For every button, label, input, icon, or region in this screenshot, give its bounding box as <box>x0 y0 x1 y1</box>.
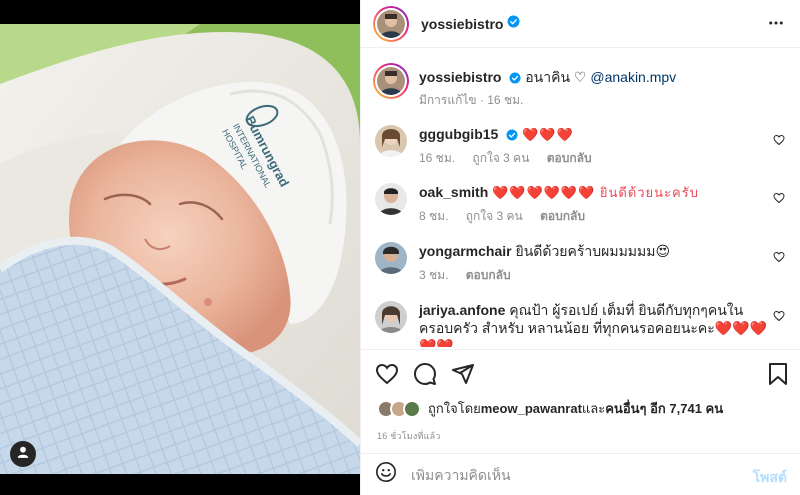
user-icon <box>16 445 30 464</box>
comment-item: gggubgib15 ❤️❤️❤️ 16 ชม. ถูกใจ 3 คน ตอบก… <box>375 125 795 165</box>
header-username[interactable]: yossiebistro <box>421 16 503 32</box>
comment-likes[interactable]: ถูกใจ 3 คน <box>466 209 523 223</box>
post-comment-button[interactable]: โพสต์ <box>753 467 787 489</box>
comment-text: ยินดีด้วยคร้าบผมมมมม😍 <box>515 243 671 259</box>
tagged-user-button[interactable] <box>10 441 36 467</box>
comment-username[interactable]: oak_smith <box>419 184 488 200</box>
comments-list[interactable]: yossiebistro อนาคิน ♡ @anakin.mpv มีการแ… <box>361 49 800 347</box>
comment-text: ❤️❤️❤️❤️❤️❤️ ยินดีด้วยนะครับ <box>492 185 699 200</box>
comment-username[interactable]: gggubgib15 <box>419 126 498 142</box>
media-panel: Bumrungrad INTERNATIONAL HOSPITAL <box>0 0 360 495</box>
add-comment-bar: โพสต์ <box>361 453 800 495</box>
post-time[interactable]: 16 ชั่วโมงที่แล้ว <box>377 429 441 443</box>
post-header: yossiebistro <box>361 0 800 48</box>
reply-button[interactable]: ตอบกลับ <box>547 151 592 165</box>
reply-button[interactable]: ตอบกลับ <box>466 268 511 282</box>
verified-badge-icon <box>509 70 521 88</box>
commenter-avatar[interactable] <box>375 301 407 333</box>
likes-user-link[interactable]: meow_pawanrat <box>481 401 582 416</box>
commenter-avatar[interactable] <box>375 242 407 274</box>
bookmark-icon[interactable] <box>767 362 789 391</box>
commenter-avatar[interactable] <box>375 183 407 215</box>
caption-mention[interactable]: @anakin.mpv <box>590 69 676 85</box>
verified-badge-icon <box>506 127 518 145</box>
comment-item: oak_smith ❤️❤️❤️❤️❤️❤️ ยินดีด้วยนะครับ 8… <box>375 183 795 223</box>
like-comment-heart-icon[interactable] <box>773 309 785 327</box>
caption: yossiebistro อนาคิน ♡ @anakin.mpv มีการแ… <box>373 63 795 107</box>
like-comment-heart-icon[interactable] <box>773 133 785 151</box>
post-actions-section: ถูกใจโดย meow_pawanrat และ คนอื่นๆ อีก 7… <box>361 349 800 453</box>
like-comment-heart-icon[interactable] <box>773 250 785 268</box>
caption-text: อนาคิน ♡ <box>525 69 587 85</box>
comment-input[interactable] <box>411 466 721 483</box>
comment-item: jariya.anfone คุณป้า ผู้รอเปย์ เต็มที่ ย… <box>375 301 795 347</box>
comment-time: 16 ชม. <box>419 151 456 165</box>
likes-prefix: ถูกใจโดย <box>428 401 481 416</box>
likes-others-link[interactable]: คนอื่นๆ อีก 7,741 คน <box>605 398 723 419</box>
author-avatar[interactable] <box>373 5 409 42</box>
likes-middle: และ <box>581 401 606 416</box>
more-options-icon[interactable] <box>767 14 785 37</box>
post-photo[interactable]: Bumrungrad INTERNATIONAL HOSPITAL <box>0 24 360 474</box>
comment-username[interactable]: yongarmchair <box>419 243 512 259</box>
post-details-panel: yossiebistro yossiebistro อนาคิน ♡ @anak… <box>360 0 800 495</box>
comment-icon[interactable] <box>413 362 437 391</box>
caption-edited: มีการแก้ไข · 16 ชม. <box>419 93 524 107</box>
heart-icon[interactable] <box>375 362 399 391</box>
verified-badge-icon <box>507 15 520 33</box>
comment-time: 3 ชม. <box>419 268 449 282</box>
commenter-avatar[interactable] <box>375 125 407 157</box>
like-comment-heart-icon[interactable] <box>773 191 785 209</box>
smiley-icon[interactable] <box>375 461 397 488</box>
caption-username[interactable]: yossiebistro <box>419 69 501 85</box>
comment-username[interactable]: jariya.anfone <box>419 302 505 318</box>
liker-avatars <box>377 399 421 418</box>
reply-button[interactable]: ตอบกลับ <box>540 209 585 223</box>
comment-text: ❤️❤️❤️ <box>522 127 574 142</box>
comment-likes[interactable]: ถูกใจ 3 คน <box>472 151 529 165</box>
comment-time: 8 ชม. <box>419 209 449 223</box>
caption-avatar[interactable] <box>373 63 409 99</box>
send-icon[interactable] <box>451 362 475 391</box>
post-dialog: Bumrungrad INTERNATIONAL HOSPITAL yossie… <box>0 0 800 495</box>
comment-item: yongarmchair ยินดีด้วยคร้าบผมมมมม😍 3 ชม.… <box>375 242 795 282</box>
action-bar <box>375 362 475 391</box>
likes-summary: ถูกใจโดย meow_pawanrat และ คนอื่นๆ อีก 7… <box>377 398 723 419</box>
